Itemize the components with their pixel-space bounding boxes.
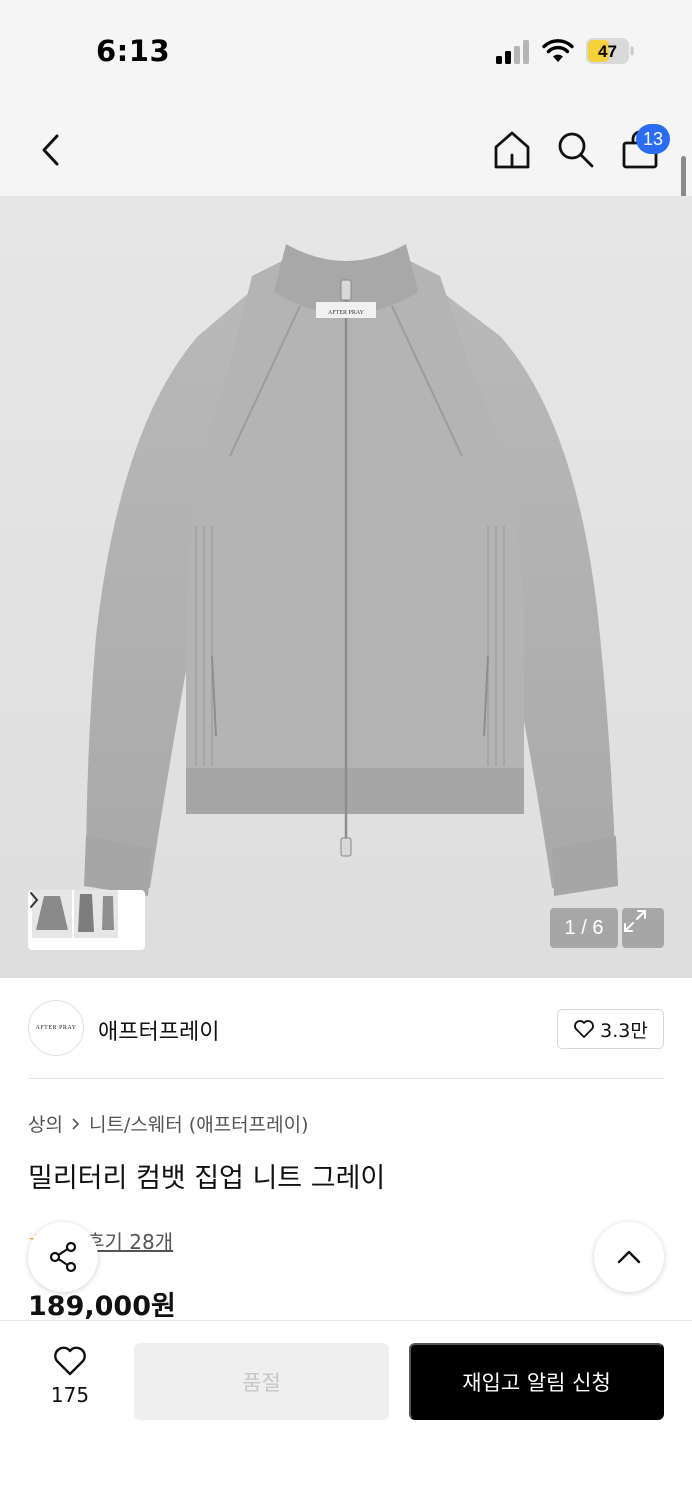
chevron-right-icon [72, 1117, 80, 1130]
heart-icon [574, 1020, 595, 1038]
brand-like-button[interactable]: 3.3만 [557, 1009, 664, 1049]
battery-level: 47 [598, 42, 617, 61]
thumbnail-strip[interactable] [28, 890, 145, 950]
back-chevron-icon [42, 134, 59, 166]
wifi-icon [542, 39, 574, 62]
chevron-up-icon [617, 1250, 641, 1264]
wishlist-button[interactable]: 175 [36, 1345, 104, 1415]
brand-row[interactable]: AFTER PRAY 애프터프레이 3.3만 [0, 978, 692, 1080]
review-count-link[interactable]: 후기 28개 [86, 1226, 173, 1255]
search-button[interactable] [554, 128, 598, 172]
share-button[interactable] [28, 1222, 98, 1292]
bottom-action-bar: 175 품절 재입고 알림 신청 [0, 1320, 692, 1500]
thumbnail-image-2[interactable] [74, 890, 98, 938]
cellular-signal-icon [496, 40, 529, 64]
thumbnail-image-3[interactable] [98, 890, 118, 938]
brand-logo[interactable]: AFTER PRAY [28, 1000, 84, 1056]
product-title: 밀리터리 컴뱃 집업 니트 그레이 [28, 1163, 386, 1194]
product-tag-label: AFTER PRAY [328, 310, 365, 316]
brand-name[interactable]: 애프터프레이 [98, 1014, 219, 1046]
heart-icon [54, 1346, 86, 1376]
sold-out-button: 품절 [134, 1343, 389, 1420]
product-photo-zip-cardigan: AFTER PRAY [84, 244, 618, 896]
battery-icon: 47 [586, 38, 634, 64]
status-bar: 6:13 47 [0, 0, 692, 100]
expand-icon [624, 910, 646, 932]
product-price: 189,000원 [28, 1291, 176, 1322]
breadcrumb: 상의 니트/스웨터 (애프터프레이) [28, 1110, 309, 1137]
chevron-right-icon[interactable] [28, 890, 40, 910]
breadcrumb-subcategory[interactable]: 니트/스웨터 (애프터프레이) [89, 1110, 309, 1137]
back-button[interactable] [30, 128, 70, 172]
scroll-to-top-button[interactable] [594, 1222, 664, 1292]
home-icon [494, 131, 530, 169]
share-icon [49, 1241, 77, 1273]
navigation-bar [0, 100, 692, 196]
breadcrumb-category[interactable]: 상의 [28, 1110, 63, 1137]
home-button[interactable] [490, 128, 534, 172]
search-icon [558, 132, 594, 168]
product-image-gallery[interactable]: AFTER PRAY 1 / 6 [0, 196, 692, 978]
brand-like-count: 3.3만 [600, 1019, 648, 1042]
restock-alert-button[interactable]: 재입고 알림 신청 [409, 1343, 664, 1420]
cart-count-badge: 13 [636, 124, 670, 154]
status-time: 6:13 [96, 34, 171, 68]
wishlist-count: 175 [50, 1383, 90, 1407]
image-page-counter: 1 / 6 [550, 908, 618, 948]
divider [28, 1078, 664, 1079]
expand-image-button[interactable] [622, 908, 664, 948]
